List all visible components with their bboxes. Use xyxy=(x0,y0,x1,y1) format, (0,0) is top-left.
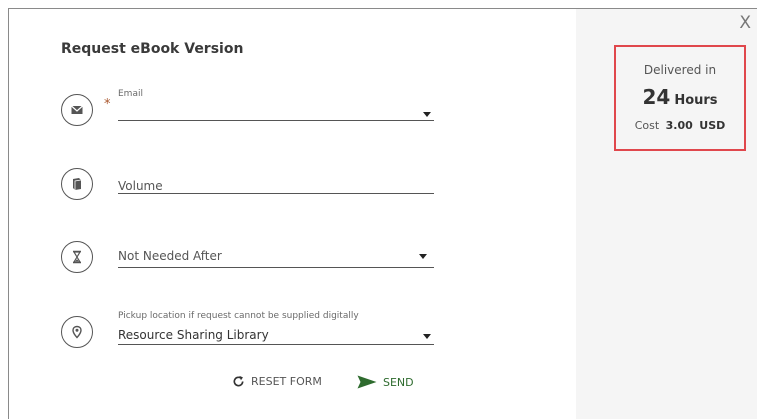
send-button[interactable]: SEND xyxy=(357,375,414,389)
reset-form-label: RESET FORM xyxy=(251,375,322,388)
request-dialog: Request eBook Version * Email Volume Not… xyxy=(8,8,757,419)
volume-placeholder: Volume xyxy=(118,179,163,193)
chevron-down-icon[interactable] xyxy=(419,254,427,259)
chevron-down-icon[interactable] xyxy=(423,334,431,339)
delivery-panel: X Delivered in 24 Hours Cost 3.00 USD xyxy=(576,9,757,419)
delivered-in-label: Delivered in xyxy=(643,63,717,77)
chevron-down-icon[interactable] xyxy=(423,112,431,117)
form-panel: Request eBook Version * Email Volume Not… xyxy=(9,9,576,419)
pickup-location-select[interactable] xyxy=(118,344,434,345)
location-pin-icon xyxy=(61,316,93,348)
required-asterisk: * xyxy=(104,97,111,112)
cost-currency: USD xyxy=(699,119,726,132)
delivery-hours-unit: Hours xyxy=(674,93,718,108)
delivery-info-box: Delivered in 24 Hours Cost 3.00 USD xyxy=(614,45,746,151)
envelope-icon xyxy=(61,94,93,126)
book-icon xyxy=(61,168,93,200)
delivery-hours: 24 Hours xyxy=(616,85,744,109)
send-arrow-icon xyxy=(357,375,377,389)
pickup-location-label: Pickup location if request cannot be sup… xyxy=(118,311,359,321)
email-label: Email xyxy=(118,89,143,99)
hourglass-icon xyxy=(61,241,93,273)
delivery-cost: Cost 3.00 USD xyxy=(616,119,744,132)
send-label: SEND xyxy=(383,375,414,389)
email-field[interactable] xyxy=(118,120,434,121)
dialog-title: Request eBook Version xyxy=(61,41,244,57)
not-needed-after-placeholder: Not Needed After xyxy=(118,249,222,263)
close-icon[interactable]: X xyxy=(739,15,751,32)
volume-input[interactable] xyxy=(118,193,434,194)
pickup-location-value: Resource Sharing Library xyxy=(118,328,269,342)
delivery-hours-value: 24 xyxy=(642,85,671,109)
refresh-icon xyxy=(233,375,244,387)
not-needed-after-date-field[interactable] xyxy=(118,267,434,268)
cost-label: Cost xyxy=(634,119,660,132)
reset-form-button[interactable]: RESET FORM xyxy=(232,375,322,388)
cost-amount: 3.00 xyxy=(665,119,693,132)
